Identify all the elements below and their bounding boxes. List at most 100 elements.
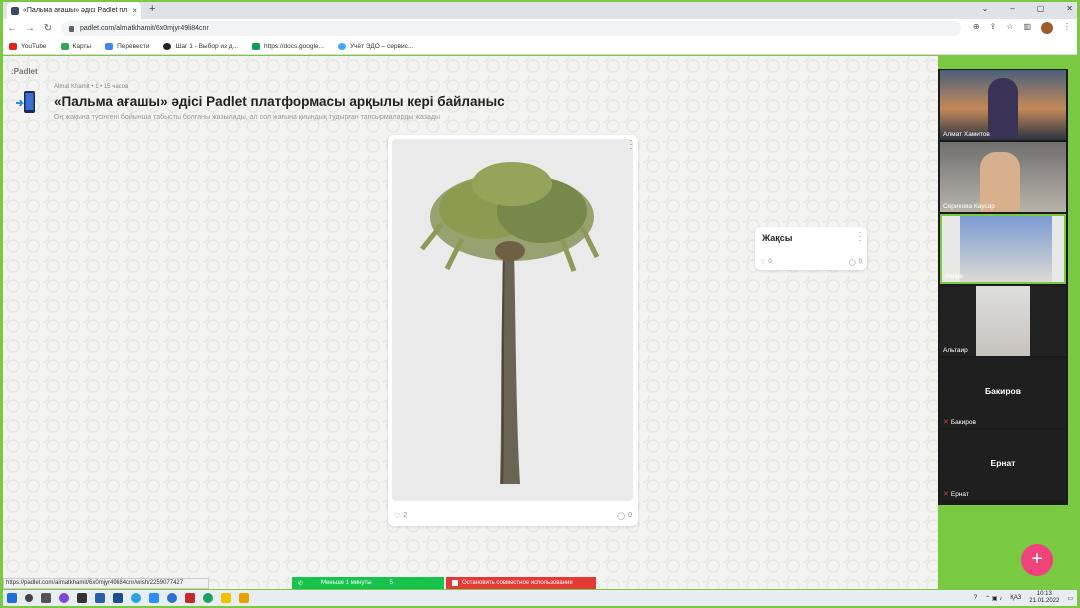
participant-name: Алмат Хамитов (943, 131, 990, 138)
clock[interactable]: 10:13 21.01.2022 (1029, 591, 1059, 605)
back-icon[interactable]: ← (3, 23, 21, 34)
app-icon[interactable] (77, 593, 87, 603)
comment-button[interactable]: ◯ 0 (849, 259, 862, 266)
bookmark-youtube[interactable]: YouTube (9, 42, 47, 50)
post-options-icon[interactable]: · · · (628, 137, 634, 153)
windows-taskbar: ? ⌃ ▣ ♪ ҚАЗ 10:13 21.01.2022 ▭ (3, 590, 1077, 606)
app-icon[interactable] (239, 593, 249, 603)
bookmark-star-icon[interactable]: ☆ (1006, 22, 1013, 34)
post-options-icon[interactable]: · · · (857, 229, 863, 245)
address-bar[interactable]: padlet.com/almatkhamit/6x0mjyr49li84cnr (61, 21, 961, 36)
browser-tab-strip: «Пальма ағашы» әдісі Padlet пл × + ⌄ – ▢… (3, 2, 1077, 19)
padlet-favicon-icon (11, 6, 19, 15)
forward-icon[interactable]: → (21, 23, 39, 34)
sheets-icon (252, 42, 260, 50)
author-line: Almat Khamit • 1 • 15 часов (54, 84, 129, 90)
app-icon[interactable] (113, 593, 123, 603)
translate-icon (105, 42, 114, 50)
participant-tile[interactable]: Серикова Каусар (940, 142, 1066, 212)
notifications-icon[interactable]: ▭ (1067, 595, 1073, 602)
sharing-time: Меньше 1 минуты (321, 580, 372, 586)
stop-icon (452, 580, 458, 586)
profile-avatar[interactable] (1041, 22, 1053, 34)
mic-muted-icon: ✕ (943, 419, 949, 426)
mic-muted-icon: ✕ (943, 491, 949, 498)
lock-icon (69, 25, 74, 32)
menu-dots-icon[interactable]: ⋮ (1063, 22, 1071, 34)
stop-sharing-button[interactable]: Остановить совместное использование (446, 577, 596, 589)
image-post[interactable]: · · · ♡ 2 ◯ 0 (388, 135, 638, 526)
bookmarks-bar: YouTube Карты Перевести Шаг 1 - Выбор из… (3, 38, 1077, 55)
participant-big-name: Ернат (990, 458, 1016, 468)
participant-tile[interactable]: Бакиров ✕ Бакиров (940, 358, 1066, 428)
comment-button[interactable]: ◯ 0 (617, 512, 632, 520)
palm-tree-icon (420, 162, 600, 485)
maps-icon (60, 42, 69, 50)
comment-icon: ◯ (617, 512, 626, 520)
like-button[interactable]: ♡ 0 (760, 259, 772, 266)
participant-name: Серикова Каусар (943, 203, 995, 210)
telegram-icon[interactable] (131, 593, 141, 603)
video-gallery: Алмат Хамитов Серикова Каусар Әміре Альт… (938, 69, 1068, 505)
search-icon[interactable] (25, 594, 33, 602)
app-icon[interactable] (167, 593, 177, 603)
tab-title: «Пальма ағашы» әдісі Padlet пл (23, 7, 128, 14)
address-url: padlet.com/almatkhamit/6x0mjyr49li84cnr (80, 25, 209, 32)
maximize-icon[interactable]: ▢ (1037, 4, 1045, 13)
status-url: https://padlet.com/almatkhamit/6x0mjyr49… (3, 578, 209, 589)
wall-description: Оң жақына түсінгені бойынша табысты болғ… (54, 114, 441, 121)
close-window-icon[interactable]: ✕ (1066, 4, 1073, 13)
tab-close-icon[interactable]: × (132, 6, 137, 15)
participant-tile[interactable]: Әміре (940, 214, 1066, 284)
participant-tile[interactable]: Альтаир (940, 286, 1066, 356)
participant-name: ✕ Ернат (943, 490, 969, 499)
app-icon[interactable] (221, 593, 231, 603)
help-icon[interactable]: ? (974, 595, 977, 601)
language-indicator[interactable]: ҚАЗ (1010, 595, 1021, 601)
participant-name: Әміре (945, 273, 964, 280)
participant-big-name: Бакиров (985, 386, 1021, 396)
browser-tab-active[interactable]: «Пальма ағашы» әдісі Padlet пл × (7, 2, 141, 19)
bookmark-google-docs[interactable]: https://docs.google... (252, 42, 324, 50)
text-post[interactable]: Жақсы · · · ♡ 0 ◯ 0 (755, 227, 867, 270)
app-icon[interactable] (59, 593, 69, 603)
tray-icons[interactable]: ⌃ ▣ ♪ (985, 595, 1002, 602)
bookmark-edo[interactable]: Учёт ЭДО – сервис... (337, 42, 413, 50)
install-icon[interactable]: ⊕ (973, 22, 980, 34)
app-icon[interactable] (185, 593, 195, 603)
participant-video (988, 78, 1018, 138)
heart-icon: ♡ (394, 512, 401, 520)
comment-icon: ◯ (848, 259, 856, 266)
padlet-logo[interactable]: :Padlet (11, 67, 38, 76)
like-button[interactable]: ♡ 2 (394, 512, 407, 520)
post-text: Жақсы (762, 233, 793, 243)
minimize-icon[interactable]: – (1010, 4, 1014, 13)
palm-tree-image[interactable] (392, 139, 633, 501)
participant-name: ✕ Бакиров (943, 418, 976, 427)
add-post-button[interactable]: + (1021, 544, 1053, 576)
windows-start-icon[interactable] (7, 593, 17, 603)
task-view-icon[interactable] (41, 593, 51, 603)
youtube-icon (9, 42, 17, 50)
browser-toolbar: ← → ↻ padlet.com/almatkhamit/6x0mjyr49li… (3, 19, 1077, 38)
heart-icon: ♡ (760, 259, 766, 266)
wall-title: «Пальма ағашы» әдісі Padlet платформасы … (54, 94, 505, 109)
bookmark-translate[interactable]: Перевести (105, 42, 149, 50)
participants-count: 5 (389, 580, 393, 586)
participant-name: Альтаир (943, 347, 968, 354)
padlet-wall: :Padlet Almat Khamit • 1 • 15 часов «Пал… (3, 56, 938, 589)
participant-video (976, 286, 1030, 356)
sharing-status-bar[interactable]: ✆ Меньше 1 минуты 5 (292, 577, 444, 589)
tab-search-icon[interactable]: ⌄ (982, 4, 989, 13)
bookmark-step1[interactable]: Шаг 1 - Выбор из д... (163, 42, 238, 50)
reload-icon[interactable]: ↻ (39, 23, 57, 34)
participant-tile[interactable]: Алмат Хамитов (940, 70, 1066, 140)
chrome-icon[interactable] (203, 593, 213, 603)
participant-tile[interactable]: Ернат ✕ Ернат (940, 430, 1066, 500)
app-icon[interactable] (149, 593, 159, 603)
app-icon[interactable] (95, 593, 105, 603)
share-icon[interactable]: ⇪ (990, 22, 997, 34)
side-panel-icon[interactable]: ▥ (1023, 22, 1031, 34)
bookmark-maps[interactable]: Карты (60, 42, 91, 50)
new-tab-button[interactable]: + (149, 3, 155, 15)
